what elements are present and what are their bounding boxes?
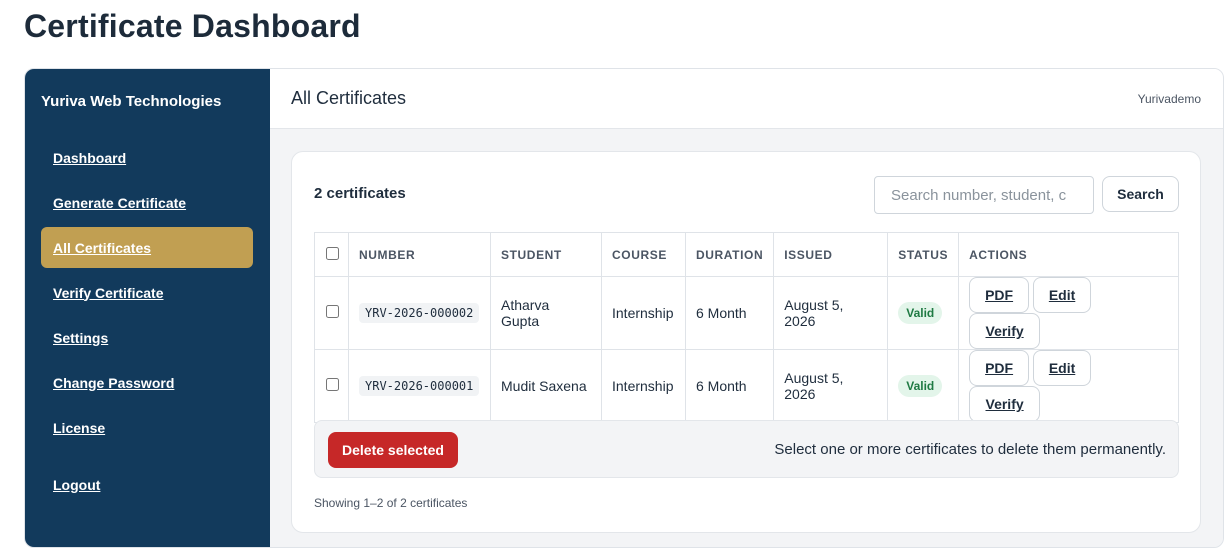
status-badge: Valid: [898, 302, 943, 324]
sidebar-item-generate-certificate[interactable]: Generate Certificate: [41, 182, 253, 223]
issued-cell: August 5, 2026: [773, 349, 889, 423]
verify-button[interactable]: Verify: [969, 386, 1041, 422]
column-header-status: STATUS: [887, 232, 960, 277]
course-cell: Internship: [601, 276, 686, 350]
pdf-button[interactable]: PDF: [969, 350, 1030, 386]
brand-name: Yuriva Web Technologies: [41, 93, 222, 110]
main-header: All Certificates Yurivademo: [270, 69, 1223, 129]
column-header-issued: ISSUED: [773, 232, 889, 277]
certificates-card: 2 certificates Search NUMBER STUDENT COU…: [291, 151, 1201, 533]
row-select-cell: [314, 276, 349, 350]
main-content: All Certificates Yurivademo 2 certificat…: [270, 69, 1223, 547]
sidebar-item-verify-certificate[interactable]: Verify Certificate: [41, 272, 253, 313]
actions-cell: PDF EditVerify: [958, 276, 1179, 350]
number-cell: YRV-2026-000002: [348, 276, 491, 350]
actions-cell: PDF EditVerify: [958, 349, 1179, 423]
row-checkbox[interactable]: [326, 305, 339, 318]
verify-button[interactable]: Verify: [969, 313, 1041, 349]
column-header-student: STUDENT: [490, 232, 602, 277]
sidebar-item-dashboard[interactable]: Dashboard: [41, 137, 253, 178]
column-header-course: COURSE: [601, 232, 686, 277]
table-row: YRV-2026-000001 Mudit Saxena Internship …: [314, 349, 1179, 423]
course-cell: Internship: [601, 349, 686, 423]
row-select-cell: [314, 349, 349, 423]
pdf-button[interactable]: PDF: [969, 277, 1030, 313]
status-cell: Valid: [887, 276, 960, 350]
issued-cell: August 5, 2026: [773, 276, 889, 350]
table-header-row: NUMBER STUDENT COURSE DURATION ISSUED ST…: [314, 232, 1179, 277]
select-all-cell: [314, 232, 349, 277]
delete-selected-button[interactable]: Delete selected: [328, 432, 458, 468]
sidebar: Yuriva Web Technologies Dashboard Genera…: [25, 69, 270, 547]
pagination-info: Showing 1–2 of 2 certificates: [314, 496, 468, 510]
certificate-count: 2 certificates: [314, 185, 406, 202]
search-input[interactable]: [874, 176, 1094, 214]
sidebar-item-all-certificates[interactable]: All Certificates: [41, 227, 253, 268]
certificates-table: NUMBER STUDENT COURSE DURATION ISSUED ST…: [314, 232, 1179, 423]
student-cell: Atharva Gupta: [490, 276, 602, 350]
bulk-hint-text: Select one or more certificates to delet…: [774, 441, 1166, 458]
certificate-number: YRV-2026-000002: [359, 303, 480, 323]
sidebar-item-logout[interactable]: Logout: [41, 464, 253, 505]
bulk-actions-bar: Delete selected Select one or more certi…: [314, 420, 1179, 478]
duration-cell: 6 Month: [684, 276, 775, 350]
status-cell: Valid: [887, 349, 960, 423]
page-title: Certificate Dashboard: [24, 8, 361, 44]
status-badge: Valid: [898, 375, 943, 397]
app-window: Yuriva Web Technologies Dashboard Genera…: [24, 68, 1224, 548]
edit-button[interactable]: Edit: [1033, 277, 1092, 313]
student-cell: Mudit Saxena: [490, 349, 602, 423]
column-header-actions: ACTIONS: [958, 232, 1179, 277]
duration-cell: 6 Month: [684, 349, 775, 423]
search-button[interactable]: Search: [1102, 176, 1179, 212]
current-user: Yurivademo: [1137, 92, 1201, 106]
sidebar-item-change-password[interactable]: Change Password: [41, 362, 253, 403]
number-cell: YRV-2026-000001: [348, 349, 491, 423]
section-title: All Certificates: [291, 88, 407, 108]
certificate-number: YRV-2026-000001: [359, 376, 480, 396]
table-row: YRV-2026-000002 Atharva Gupta Internship…: [314, 276, 1179, 350]
column-header-duration: DURATION: [684, 232, 775, 277]
edit-button[interactable]: Edit: [1033, 350, 1092, 386]
select-all-checkbox[interactable]: [326, 246, 339, 260]
row-checkbox[interactable]: [326, 378, 339, 391]
column-header-number: NUMBER: [348, 232, 491, 277]
sidebar-item-settings[interactable]: Settings: [41, 317, 253, 358]
sidebar-item-license[interactable]: License: [41, 407, 253, 448]
